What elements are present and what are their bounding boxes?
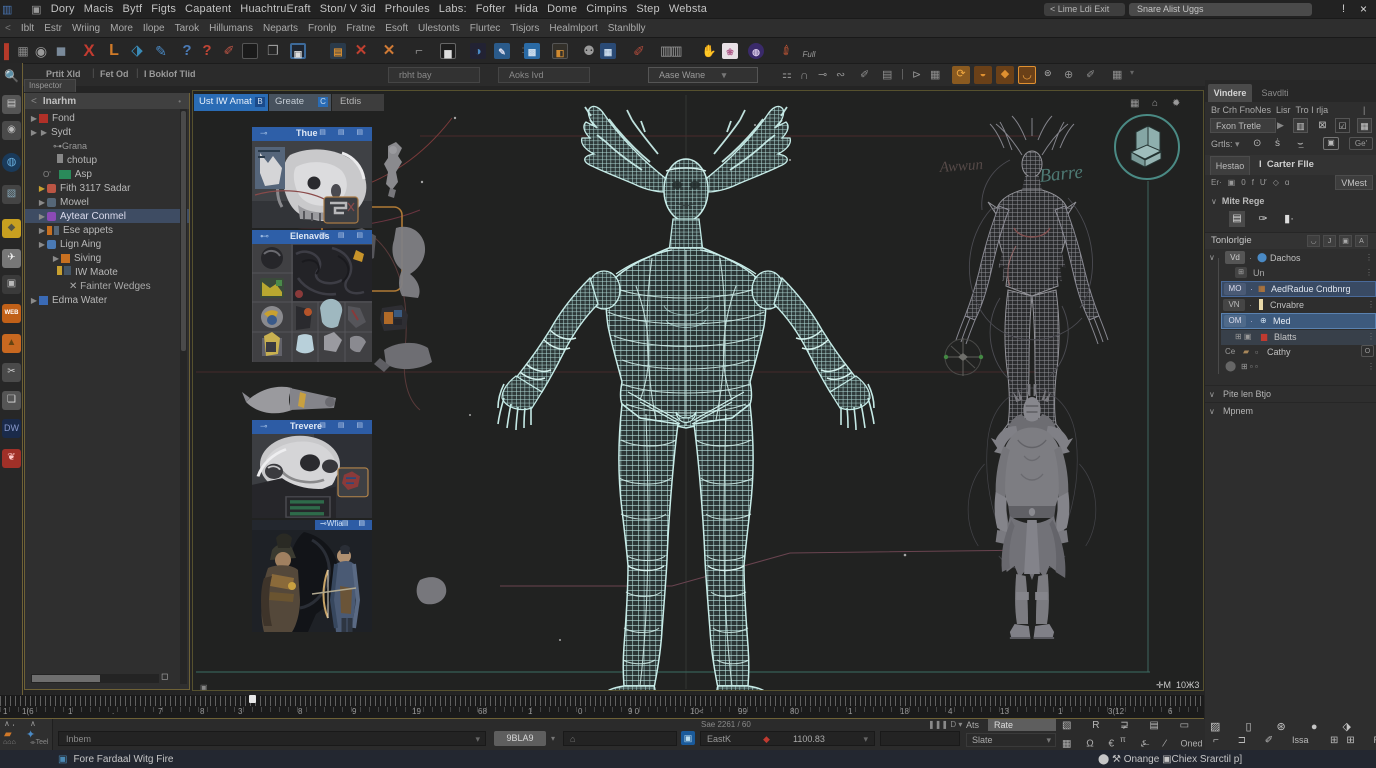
svg-text:▣: ▣ [200,683,208,690]
svg-text:Barre: Barre [1038,162,1084,187]
svg-text:✛M 10Ж3: ✛M 10Ж3 [1156,680,1199,690]
svg-text:✹: ✹ [1172,98,1180,109]
svg-text:▦: ▦ [1130,98,1139,109]
svg-text:⌂: ⌂ [1152,98,1158,109]
svg-text:Awwun: Awwun [938,157,983,176]
